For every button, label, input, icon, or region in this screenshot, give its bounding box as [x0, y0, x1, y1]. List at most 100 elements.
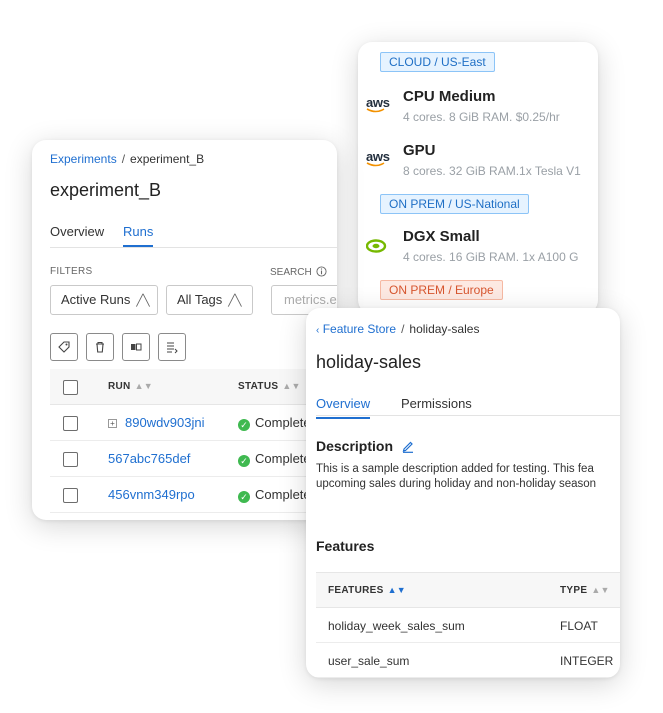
breadcrumb-current: holiday-sales — [409, 322, 480, 336]
experiment-panel: Experiments / experiment_B experiment_B Ov… — [32, 140, 337, 520]
tab-runs[interactable]: Runs — [123, 224, 154, 247]
table-row[interactable]: +890wdv903jni ✓ Complete — [50, 405, 337, 441]
instance-spec: 4 cores. 16 GiB RAM. 1x A100 G — [403, 250, 579, 264]
column-header-type-label: TYPE — [560, 585, 588, 596]
run-id-link[interactable]: 567abc765def — [108, 451, 190, 466]
tags-filter-value: All Tags — [177, 292, 223, 307]
status-text: Complete — [255, 487, 311, 502]
aws-logo-icon: aws — [366, 95, 390, 113]
runs-filter-select[interactable]: Active Runs ╱╲ — [50, 285, 158, 315]
feature-name: holiday_week_sales_sum — [328, 619, 465, 633]
status-cell: ✓ Complete — [238, 451, 311, 467]
tag-button[interactable] — [50, 333, 78, 361]
table-row[interactable]: 456vnm349rpo ✓ Complete — [50, 477, 337, 513]
instance-option-dgx-small[interactable]: DGX Small 4 cores. 16 GiB RAM. 1x A100 G — [365, 224, 598, 268]
run-id-text: 890wdv903jni — [125, 415, 205, 430]
check-circle-icon: ✓ — [238, 419, 250, 431]
features-heading: Features — [316, 538, 375, 554]
instance-name: CPU Medium — [403, 88, 496, 105]
table-row[interactable]: user_sale_sum INTEGER — [316, 643, 620, 678]
sort-icon: ▲▼ — [134, 381, 153, 391]
breadcrumb-separator: / — [401, 322, 405, 336]
column-header-run[interactable]: RUN ▲▼ — [108, 381, 153, 392]
edit-icon[interactable] — [401, 439, 415, 453]
columns-icon — [131, 343, 142, 351]
tab-permissions[interactable]: Permissions — [401, 396, 472, 417]
instance-option-gpu[interactable]: aws GPU 8 cores. 32 GiB RAM.1x Tesla V1 — [366, 138, 598, 182]
sort-icon: ▲▼ — [282, 381, 301, 391]
column-header-status-label: STATUS — [238, 381, 279, 392]
tab-bar: Overview Runs — [50, 222, 337, 248]
column-header-features-label: FEATURES — [328, 585, 384, 596]
feature-type: INTEGER — [560, 654, 614, 668]
runs-filter-value: Active Runs — [61, 292, 131, 307]
table-header: RUN ▲▼ STATUS ▲▼ — [50, 369, 337, 405]
nvidia-icon — [365, 236, 394, 254]
feature-type: FLOAT — [560, 619, 598, 633]
tags-filter-select[interactable]: All Tags ╱╲ — [166, 285, 253, 315]
description-line: upcoming sales during holiday and non-ho… — [316, 478, 597, 490]
features-table: FEATURES ▲▼ TYPE ▲▼ holiday_week_sales_sum… — [316, 572, 620, 678]
check-circle-icon: ✓ — [238, 491, 250, 503]
description-label: Description — [316, 438, 394, 454]
feature-name: user_sale_sum — [328, 654, 410, 668]
status-text: Complete — [255, 415, 311, 430]
select-all-checkbox[interactable] — [63, 380, 78, 395]
description-heading: Description — [316, 438, 415, 454]
row-checkbox[interactable] — [63, 488, 78, 503]
status-text: Complete — [255, 451, 311, 466]
row-checkbox[interactable] — [63, 416, 78, 431]
sort-icon: ▲▼ — [387, 585, 406, 595]
breadcrumb-link-feature-store[interactable]: Feature Store — [323, 322, 396, 336]
page-title: experiment_B — [50, 180, 162, 200]
description-line: This is a sample description added for t… — [316, 463, 594, 475]
status-cell: ✓ Complete — [238, 415, 311, 431]
breadcrumb-separator: / — [121, 152, 126, 166]
aws-logo-icon: aws — [366, 149, 390, 167]
info-icon[interactable] — [316, 266, 328, 277]
region-tag-on-prem-us-national: ON PREM / US-National — [380, 194, 529, 214]
chevron-down-icon: ╱╲ — [136, 295, 150, 307]
column-header-features[interactable]: FEATURES ▲▼ — [328, 585, 406, 596]
instance-option-cpu-medium[interactable]: aws CPU Medium 4 cores. 8 GiB RAM. $0.25… — [366, 84, 598, 128]
breadcrumb: Experiments / experiment_B — [50, 152, 204, 166]
table-header: FEATURES ▲▼ TYPE ▲▼ — [316, 572, 620, 608]
region-tag-cloud-us-east: CLOUD / US-East — [380, 52, 495, 72]
sort-icon: ▲▼ — [591, 585, 610, 595]
tag-icon — [58, 341, 70, 353]
feature-store-panel: ‹ Feature Store / holiday-sales holiday-sa… — [306, 308, 620, 678]
table-row[interactable]: holiday_week_sales_sum FLOAT — [316, 608, 620, 643]
instance-name: GPU — [403, 142, 436, 159]
region-tag-on-prem-europe: ON PREM / Europe — [380, 280, 503, 300]
tab-bar: Overview Permissions — [316, 394, 620, 419]
breadcrumb-current: experiment_B — [130, 152, 205, 166]
compare-button[interactable] — [122, 333, 150, 361]
check-circle-icon: ✓ — [238, 455, 250, 467]
row-checkbox[interactable] — [63, 452, 78, 467]
breadcrumb-link-experiments[interactable]: Experiments — [50, 152, 117, 166]
description-text: This is a sample description added for t… — [316, 462, 620, 492]
trash-icon — [96, 341, 104, 353]
instance-spec: 4 cores. 8 GiB RAM. $0.25/hr — [403, 110, 560, 124]
expand-icon[interactable]: + — [108, 419, 117, 428]
column-header-status[interactable]: STATUS ▲▼ — [238, 381, 301, 392]
search-label-text: SEARCH — [270, 267, 312, 278]
status-cell: ✓ Complete — [238, 487, 311, 503]
table-row[interactable]: 567abc765def ✓ Complete — [50, 441, 337, 477]
tab-overview[interactable]: Overview — [316, 396, 371, 419]
delete-button[interactable] — [86, 333, 114, 361]
export-icon — [167, 342, 178, 354]
chevron-left-icon[interactable]: ‹ — [316, 325, 319, 336]
tab-overview[interactable]: Overview — [50, 224, 104, 245]
column-header-type[interactable]: TYPE ▲▼ — [560, 585, 610, 596]
search-label: SEARCH — [270, 266, 328, 278]
runs-table: RUN ▲▼ STATUS ▲▼ +890wdv903jni ✓ Complete 5… — [50, 369, 337, 513]
breadcrumb: ‹ Feature Store / holiday-sales — [316, 322, 479, 336]
run-id-link[interactable]: +890wdv903jni — [108, 415, 205, 430]
instance-spec: 8 cores. 32 GiB RAM.1x Tesla V1 — [403, 164, 581, 178]
export-button[interactable] — [158, 333, 186, 361]
page-title: holiday-sales — [316, 352, 422, 372]
run-id-link[interactable]: 456vnm349rpo — [108, 487, 195, 502]
instance-name: DGX Small — [403, 228, 480, 245]
chevron-down-icon: ╱╲ — [228, 295, 242, 307]
